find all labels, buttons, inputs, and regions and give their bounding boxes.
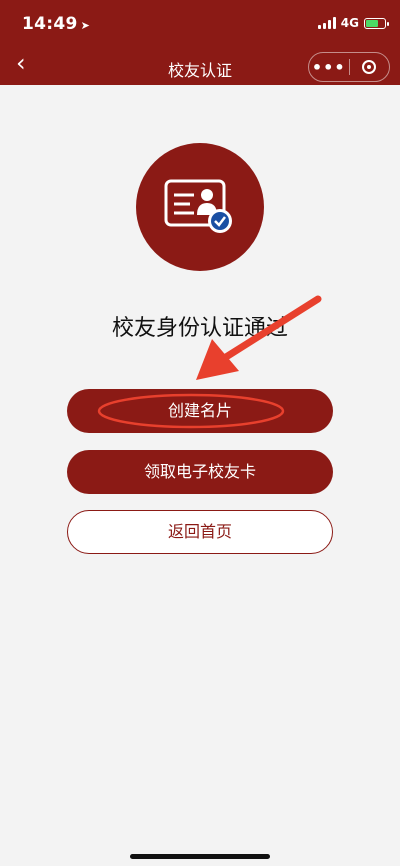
id-card-icon: [164, 179, 232, 233]
status-time: 14:49 ➤: [22, 14, 90, 34]
signal-icon: [317, 17, 336, 29]
miniapp-capsule: •••: [308, 52, 390, 82]
status-icons: 4G: [317, 16, 389, 30]
more-icon[interactable]: •••: [309, 58, 349, 77]
get-alumni-card-button[interactable]: 领取电子校友卡: [67, 450, 333, 494]
battery-icon: [364, 17, 389, 29]
annotation-overlay: [97, 295, 322, 429]
status-time-text: 14:49: [22, 14, 78, 34]
home-indicator: [130, 854, 270, 859]
verified-badge: [136, 143, 264, 271]
close-miniapp-icon[interactable]: [349, 60, 389, 74]
verification-heading: 校友身份认证通过: [111, 316, 288, 341]
back-home-button[interactable]: 返回首页: [67, 510, 333, 554]
top-bar: 14:49 ➤ 4G ‹ 校友认证 •••: [0, 0, 400, 85]
location-icon: ➤: [80, 19, 91, 32]
create-card-button[interactable]: 创建名片: [67, 389, 333, 433]
network-type: 4G: [340, 16, 359, 30]
annotation-arrow-head: [196, 339, 239, 380]
